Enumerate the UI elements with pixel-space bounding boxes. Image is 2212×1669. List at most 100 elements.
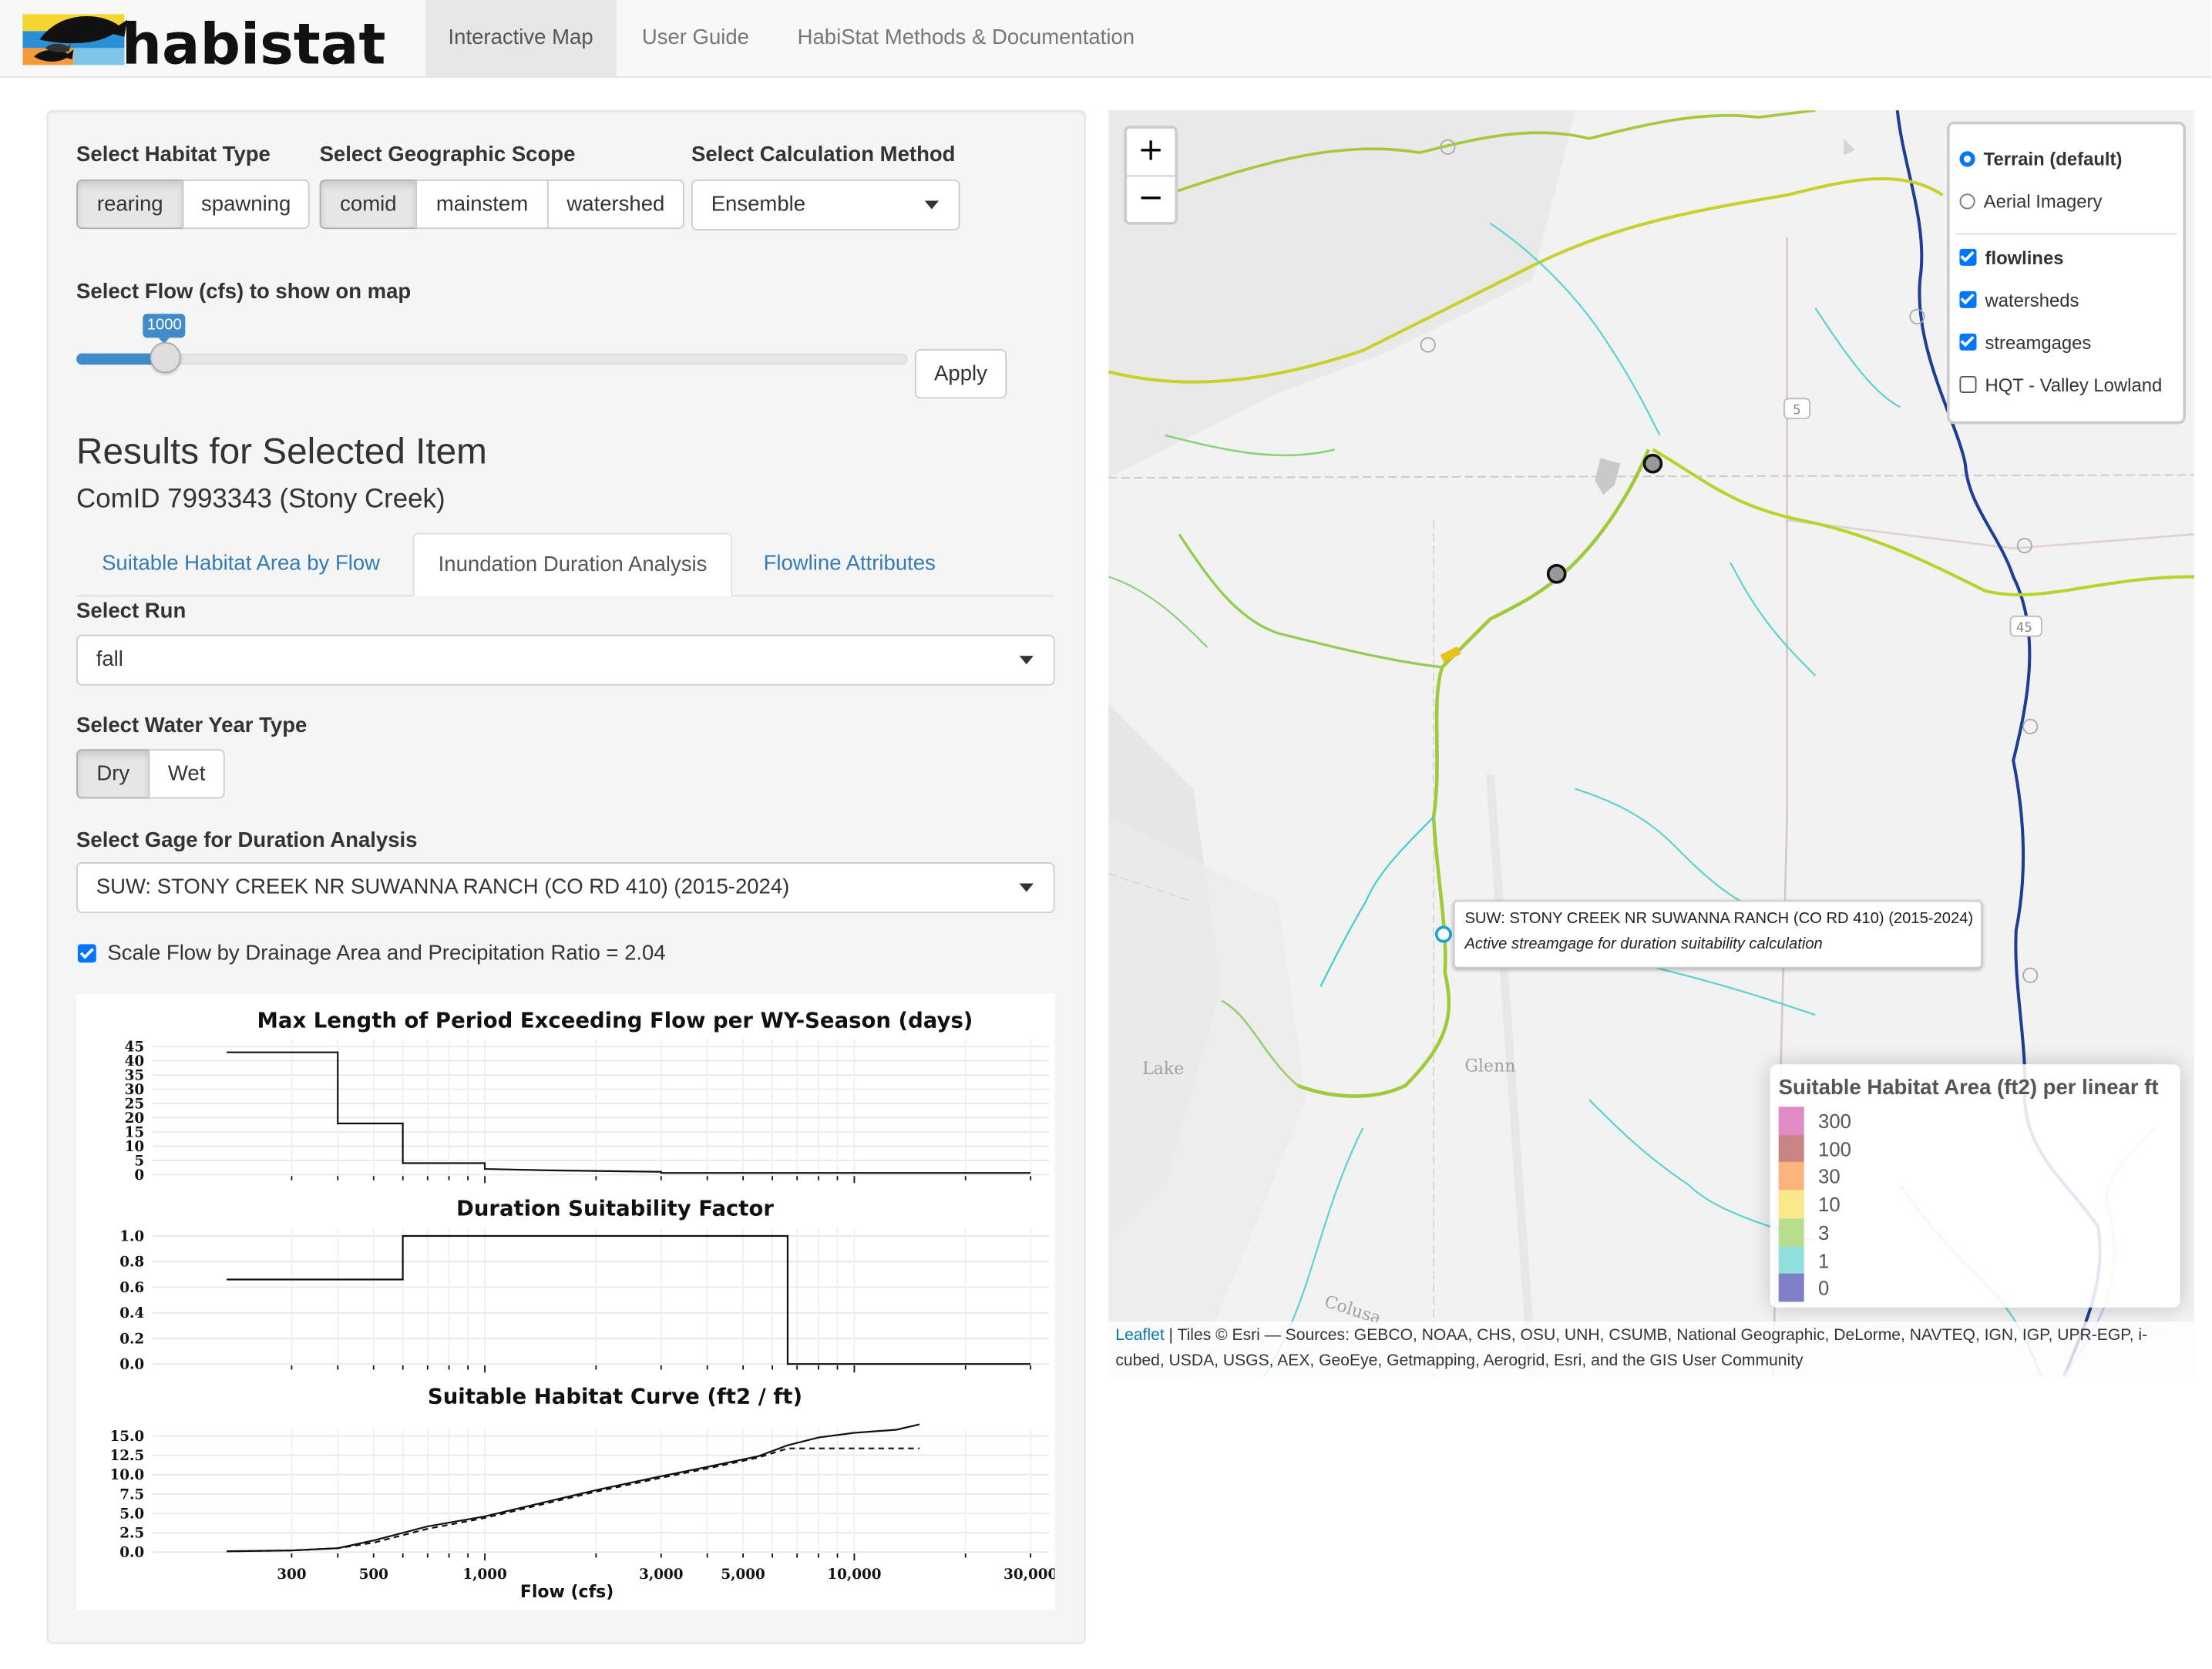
flow-label: Select Flow (cfs) to show on map: [76, 280, 412, 304]
overlay-streamgages[interactable]: streamgages: [1959, 331, 2091, 356]
y-tick-label: 7.5: [119, 1486, 144, 1503]
legend-label: 300: [1818, 1110, 1851, 1133]
overlay-flowlines[interactable]: flowlines: [1959, 246, 2064, 271]
tab-flowline-attributes[interactable]: Flowline Attributes: [739, 533, 960, 596]
x-tick-label: 3,000: [639, 1567, 683, 1583]
y-tick-label: 12.5: [109, 1448, 144, 1464]
checkbox-checked-icon: [1959, 290, 1977, 308]
checkbox-checked-icon: [1959, 333, 1977, 351]
y-tick-label: 2.5: [119, 1525, 144, 1541]
scale-flow-label: Scale Flow by Drainage Area and Precipit…: [107, 941, 666, 965]
y-tick-label: 0.4: [119, 1305, 144, 1321]
checkbox-checked-icon: [1959, 248, 1977, 266]
y-tick-label: 25: [125, 1096, 145, 1113]
layers-separator: [1955, 233, 2177, 235]
chart-title: Duration Suitability Factor: [456, 1197, 774, 1221]
y-tick-label: 1.0: [119, 1228, 144, 1244]
y-tick-label: 0.2: [119, 1331, 144, 1347]
gage-select[interactable]: SUW: STONY CREEK NR SUWANNA RANCH (CO RD…: [76, 861, 1055, 914]
x-tick-label: 30,000: [1003, 1567, 1054, 1583]
layer-aerial-imagery[interactable]: Aerial Imagery: [1959, 190, 2102, 215]
y-tick-label: 35: [125, 1068, 145, 1084]
duration-plot-svg: Max Length of Period Exceeding Flow per …: [109, 1009, 1057, 1602]
navbar: habistat Interactive Map User Guide Habi…: [0, 0, 2212, 78]
radio-empty-icon: [1959, 193, 1975, 210]
nav-tab-interactive-map[interactable]: Interactive Map: [425, 0, 616, 77]
geographic-scope-label: Select Geographic Scope: [319, 143, 576, 167]
map-attribution: Leaflet | Tiles © Esri — Sources: GEBCO,…: [1108, 1321, 2194, 1377]
leaflet-link[interactable]: Leaflet: [1115, 1328, 1164, 1345]
nav-tab-methods-documentation[interactable]: HabiStat Methods & Documentation: [775, 0, 1157, 76]
y-tick-label: 45: [125, 1039, 145, 1056]
zoom-in-button[interactable]: +: [1127, 129, 1175, 176]
legend-swatch: [1778, 1190, 1804, 1219]
legend-label: 3: [1818, 1221, 1830, 1244]
legend-swatch: [1778, 1274, 1804, 1302]
scope-comid-button[interactable]: comid: [319, 179, 418, 230]
tab-inundation-duration[interactable]: Inundation Duration Analysis: [412, 532, 733, 597]
results-subheading: ComID 7993343 (Stony Creek): [76, 485, 445, 515]
habitat-type-label: Select Habitat Type: [76, 143, 271, 167]
water-year-label: Select Water Year Type: [76, 714, 308, 738]
habitat-spawning-button[interactable]: spawning: [182, 179, 310, 230]
y-tick-label: 40: [125, 1053, 145, 1070]
legend-label: 100: [1818, 1137, 1851, 1160]
legend-swatch: [1778, 1162, 1804, 1191]
habitat-rearing-button[interactable]: rearing: [76, 179, 184, 230]
tab-suitable-habitat-area[interactable]: Suitable Habitat Area by Flow: [78, 533, 404, 596]
series-line-dashed: [227, 1447, 919, 1553]
layers-control: Terrain (default) Aerial Imagery flowlin…: [1946, 121, 2186, 425]
x-tick-label: 10,000: [827, 1567, 881, 1583]
svg-text:45: 45: [2016, 620, 2032, 635]
fish-logo-icon: habistat: [22, 12, 385, 78]
y-tick-label: 10.0: [109, 1467, 144, 1483]
scope-mainstem-button[interactable]: mainstem: [415, 179, 549, 230]
calc-method-select[interactable]: Ensemble: [691, 179, 960, 231]
water-year-dry-button[interactable]: Dry: [76, 749, 150, 799]
overlay-watersheds[interactable]: watersheds: [1959, 288, 2079, 314]
x-tick-label: 500: [359, 1567, 388, 1583]
checkbox-empty-icon: [1959, 375, 1977, 393]
y-tick-label: 30: [125, 1082, 145, 1098]
run-select[interactable]: fall: [76, 634, 1055, 686]
legend-swatch: [1778, 1107, 1804, 1136]
calc-method-label: Select Calculation Method: [691, 143, 956, 167]
calc-method-value: Ensemble: [711, 192, 806, 217]
zoom-out-button[interactable]: −: [1127, 175, 1175, 223]
attribution-text: | Tiles © Esri — Sources: GEBCO, NOAA, C…: [1115, 1327, 2148, 1370]
interactive-map[interactable]: Lake Glenn Colusa 5 45 + − Terrain (defa…: [1108, 110, 2194, 1377]
y-tick-label: 0: [134, 1167, 144, 1184]
gage-value: SUW: STONY CREEK NR SUWANNA RANCH (CO RD…: [96, 875, 790, 899]
scale-flow-checkbox[interactable]: [77, 944, 96, 963]
tooltip-title: SUW: STONY CREEK NR SUWANNA RANCH (CO RD…: [1464, 910, 1974, 928]
duration-analysis-plot: Max Length of Period Exceeding Flow per …: [76, 993, 1057, 1610]
flow-slider-track[interactable]: [76, 353, 908, 365]
run-label: Select Run: [76, 599, 187, 623]
apply-button[interactable]: Apply: [914, 349, 1007, 399]
habistat-logo[interactable]: habistat: [22, 8, 390, 78]
y-tick-label: 15: [125, 1124, 145, 1140]
svg-text:Glenn: Glenn: [1464, 1056, 1515, 1076]
nav-tab-user-guide[interactable]: User Guide: [619, 0, 772, 76]
zoom-control: + −: [1124, 126, 1178, 225]
svg-text:Lake: Lake: [1142, 1059, 1184, 1079]
series-line: [227, 1051, 1031, 1174]
water-year-wet-button[interactable]: Wet: [148, 749, 225, 799]
layer-terrain[interactable]: Terrain (default): [1959, 147, 2122, 173]
streamgage-tooltip: SUW: STONY CREEK NR SUWANNA RANCH (CO RD…: [1453, 900, 1982, 969]
run-value: fall: [96, 647, 123, 672]
tooltip-subtitle: Active streamgage for duration suitabili…: [1464, 935, 1823, 953]
x-tick-label: 300: [277, 1567, 306, 1583]
legend-label: 30: [1818, 1165, 1841, 1188]
chevron-down-icon: [1019, 656, 1034, 665]
results-heading: Results for Selected Item: [76, 429, 487, 472]
y-tick-label: 15.0: [109, 1429, 144, 1445]
overlay-hqt-valley-lowland[interactable]: HQT - Valley Lowland: [1959, 373, 2162, 398]
legend-label: 0: [1818, 1276, 1830, 1300]
flow-slider-handle[interactable]: [150, 341, 181, 374]
y-tick-label: 0.8: [119, 1254, 144, 1271]
y-tick-label: 0.0: [119, 1357, 144, 1373]
y-tick-label: 0.6: [119, 1280, 144, 1296]
legend-swatch: [1778, 1246, 1804, 1274]
scope-watershed-button[interactable]: watershed: [546, 179, 684, 230]
